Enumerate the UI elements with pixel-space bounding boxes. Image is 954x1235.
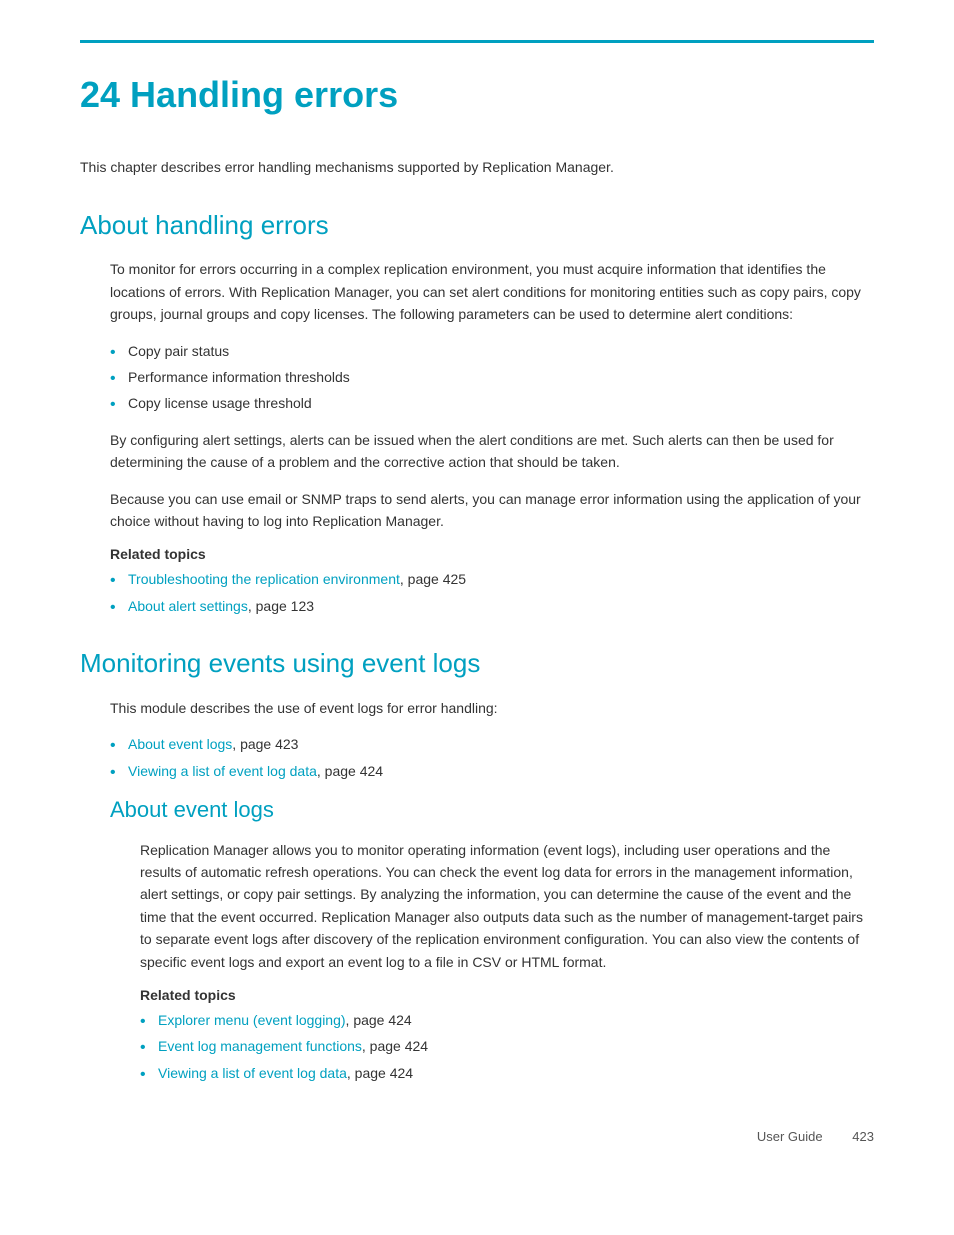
link-alert-settings[interactable]: About alert settings <box>128 598 248 614</box>
related-item-explorer-menu: Explorer menu (event logging), page 424 <box>140 1009 874 1031</box>
bullet-copy-license: Copy license usage threshold <box>110 392 874 414</box>
bullet-viewing-list: Viewing a list of event log data, page 4… <box>110 760 874 782</box>
section-about-handling-errors: About handling errors To monitor for err… <box>80 209 874 617</box>
section-heading-monitoring-events: Monitoring events using event logs <box>80 647 874 681</box>
footer-label: User Guide <box>757 1129 823 1144</box>
related-item-event-log-mgmt: Event log management functions, page 424 <box>140 1035 874 1057</box>
section-heading-about-handling-errors: About handling errors <box>80 209 874 243</box>
about-handling-errors-bullets: Copy pair status Performance information… <box>110 340 874 415</box>
related-suffix-event-log-mgmt: , page 424 <box>362 1038 428 1054</box>
subsection-about-event-logs: About event logs Replication Manager all… <box>110 796 874 1084</box>
link-viewing-list[interactable]: Viewing a list of event log data <box>128 763 317 779</box>
related-list-1: Troubleshooting the replication environm… <box>110 568 874 617</box>
intro-text: This chapter describes error handling me… <box>80 156 874 178</box>
related-suffix-alert-settings: , page 123 <box>248 598 314 614</box>
footer-page-number: 423 <box>852 1129 874 1144</box>
section-content-monitoring-events: This module describes the use of event l… <box>80 697 874 1084</box>
related-suffix-viewing-list-2: , page 424 <box>347 1065 413 1081</box>
subsection-heading-about-event-logs: About event logs <box>110 796 874 825</box>
about-handling-errors-body3: Because you can use email or SNMP traps … <box>110 488 874 533</box>
related-item-troubleshooting: Troubleshooting the replication environm… <box>110 568 874 590</box>
bullet-performance-info: Performance information thresholds <box>110 366 874 388</box>
link-viewing-list-2[interactable]: Viewing a list of event log data <box>158 1065 347 1081</box>
related-suffix-explorer-menu: , page 424 <box>346 1012 412 1028</box>
related-item-viewing-list-2: Viewing a list of event log data, page 4… <box>140 1062 874 1084</box>
link-explorer-menu[interactable]: Explorer menu (event logging) <box>158 1012 346 1028</box>
top-border <box>80 40 874 43</box>
subsection-content-about-event-logs: Replication Manager allows you to monito… <box>110 839 874 1085</box>
bullet-suffix-viewing-list: , page 424 <box>317 763 383 779</box>
section-monitoring-events: Monitoring events using event logs This … <box>80 647 874 1084</box>
related-suffix-troubleshooting: , page 425 <box>400 571 466 587</box>
monitoring-events-bullets: About event logs, page 423 Viewing a lis… <box>110 733 874 782</box>
link-about-event-logs[interactable]: About event logs <box>128 736 232 752</box>
link-event-log-mgmt[interactable]: Event log management functions <box>158 1038 362 1054</box>
related-item-alert-settings: About alert settings, page 123 <box>110 595 874 617</box>
about-event-logs-body1: Replication Manager allows you to monito… <box>140 839 874 973</box>
bullet-copy-pair-status: Copy pair status <box>110 340 874 362</box>
footer-divider <box>826 1129 840 1144</box>
bullet-about-event-logs: About event logs, page 423 <box>110 733 874 755</box>
page-container: 24 Handling errors This chapter describe… <box>0 0 954 1174</box>
about-handling-errors-body2: By configuring alert settings, alerts ca… <box>110 429 874 474</box>
about-handling-errors-body1: To monitor for errors occurring in a com… <box>110 258 874 325</box>
footer: User Guide 423 <box>757 1129 874 1144</box>
chapter-title: 24 Handling errors <box>80 73 874 116</box>
monitoring-events-body1: This module describes the use of event l… <box>110 697 874 719</box>
section-content-about-handling-errors: To monitor for errors occurring in a com… <box>80 258 874 617</box>
related-list-2: Explorer menu (event logging), page 424 … <box>140 1009 874 1084</box>
related-topics-label-1: Related topics <box>110 546 874 562</box>
link-troubleshooting[interactable]: Troubleshooting the replication environm… <box>128 571 400 587</box>
related-topics-label-2: Related topics <box>140 987 874 1003</box>
bullet-suffix-about-event-logs: , page 423 <box>232 736 298 752</box>
